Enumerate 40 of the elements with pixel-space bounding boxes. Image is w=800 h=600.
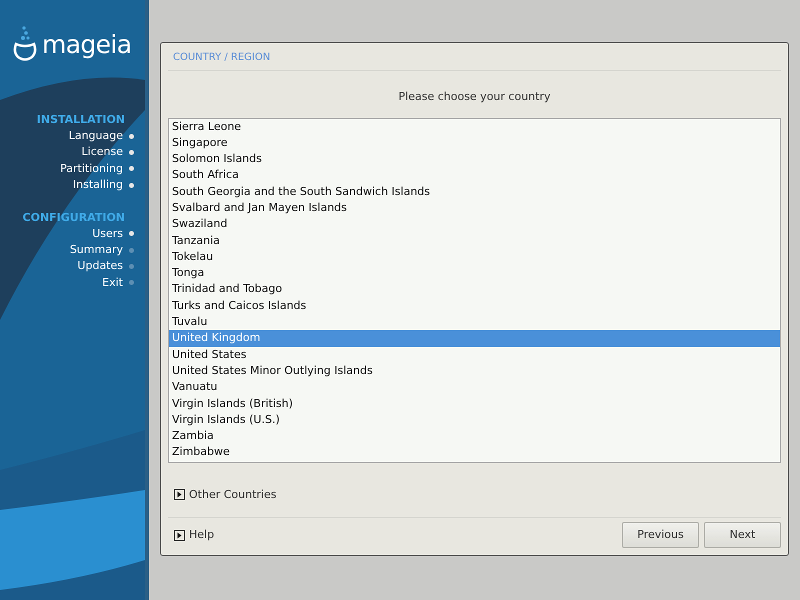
list-item[interactable]: Tanzania (169, 232, 780, 249)
step-label: Summary (70, 242, 123, 258)
step-label: Updates (77, 258, 123, 274)
next-button[interactable]: Next (704, 522, 781, 548)
list-item[interactable]: Turks and Caicos Islands (169, 298, 780, 314)
expander[interactable]: Other Countries (174, 486, 276, 503)
list-item[interactable]: Tokelau (169, 248, 780, 266)
section-heading: INSTALLATION (36, 112, 125, 128)
list-item[interactable]: Sierra Leone (169, 118, 780, 135)
expander[interactable]: Help (174, 526, 214, 544)
list-item[interactable]: South Georgia and the South Sandwich Islands (169, 184, 780, 200)
list-item[interactable]: Trinidad and Tobago (169, 281, 780, 298)
step-label: Partitioning (60, 160, 123, 177)
dialog-title: COUNTRY / REGION (173, 52, 270, 63)
step-label: Language (68, 128, 123, 144)
previous-button[interactable]: Previous (622, 522, 699, 548)
list-item[interactable]: Singapore (169, 134, 780, 152)
list-item[interactable]: Tonga (169, 265, 780, 282)
triangle-right-icon (174, 530, 185, 540)
list-item[interactable]: South Africa (169, 167, 780, 184)
list-item[interactable]: Swaziland (169, 216, 780, 233)
triangle-right-icon (174, 489, 185, 500)
list-item[interactable]: United States Minor Outlying Islands (169, 362, 780, 380)
section-heading: CONFIGURATION (22, 210, 125, 226)
list-item[interactable]: Zimbabwe (169, 444, 780, 461)
list-item[interactable]: Tuvalu (169, 314, 780, 330)
prompt-text: Please choose your country (398, 89, 550, 105)
list-item[interactable]: Vanuatu (169, 379, 780, 396)
logo-icon (12, 24, 38, 64)
list-item[interactable]: United States (169, 346, 780, 363)
list-item[interactable]: Zambia (169, 428, 780, 444)
list-item[interactable]: Solomon Islands (169, 151, 780, 168)
step-label: License (82, 144, 123, 160)
list-item[interactable]: Virgin Islands (U.S.) (169, 412, 780, 428)
logo-text: mageia (42, 32, 132, 56)
step-label: Users (92, 226, 123, 242)
step-label: Installing (72, 177, 123, 194)
list-item[interactable]: Virgin Islands (British) (169, 396, 780, 412)
list-item[interactable]: Svalbard and Jan Mayen Islands (169, 200, 780, 216)
step-label: Exit (102, 274, 123, 291)
